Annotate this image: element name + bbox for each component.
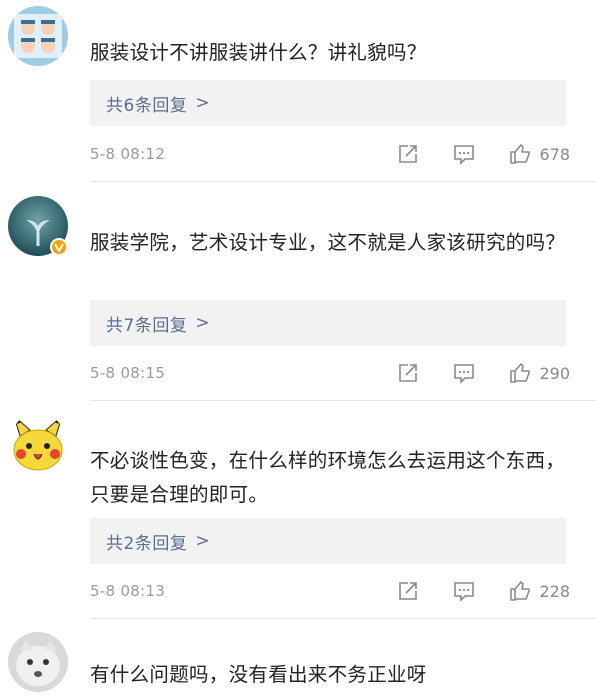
avatar[interactable]	[8, 414, 68, 474]
view-replies-link[interactable]: 共6条回复 >	[90, 80, 566, 126]
like-count: 678	[539, 144, 570, 164]
comment-icon	[454, 364, 475, 384]
cat-face-avatar-icon	[8, 632, 68, 692]
share-button[interactable]	[397, 143, 419, 165]
comment-text: 服装设计不讲服装讲什么？讲礼貌吗？	[90, 41, 427, 64]
like-icon	[510, 581, 531, 601]
like-icon	[510, 144, 531, 164]
share-icon	[399, 145, 418, 163]
like-icon	[510, 363, 531, 383]
comment-list: 服装设计不讲服装讲什么？讲礼貌吗？ 共6条回复 > 5-8 08:12 678	[0, 0, 596, 700]
comment-text: 有什么问题吗，没有看出来不务正业呀	[90, 663, 427, 686]
verified-badge-icon	[50, 238, 68, 256]
chevron-right-icon: >	[195, 531, 211, 551]
comment-icon	[454, 582, 475, 602]
cartoon-faces-avatar-icon	[8, 6, 68, 66]
comment-time: 5-8 08:12	[90, 145, 166, 163]
share-icon	[399, 364, 418, 382]
comment-actions: 678	[397, 141, 570, 167]
pikachu-avatar-icon	[8, 414, 68, 474]
like-button[interactable]: 290	[509, 362, 570, 384]
comment-time: 5-8 08:15	[90, 364, 166, 382]
comment-button[interactable]	[453, 580, 475, 602]
replies-count-label: 共7条回复	[106, 315, 188, 336]
comment-meta: 5-8 08:13 228	[90, 578, 570, 604]
avatar[interactable]	[8, 632, 68, 692]
share-button[interactable]	[397, 580, 419, 602]
comment-text: 不必谈性色变，在什么样的环境怎么去运用这个东西，只要是合理的即可。	[90, 449, 566, 506]
replies-count-label: 共6条回复	[106, 95, 188, 116]
like-count: 228	[539, 581, 570, 601]
comment-actions: 228	[397, 578, 570, 604]
comment-time: 5-8 08:13	[90, 582, 166, 600]
comment-button[interactable]	[453, 143, 475, 165]
like-button[interactable]: 678	[509, 143, 570, 165]
comment-meta: 5-8 08:12 678	[90, 141, 570, 167]
replies-count-label: 共2条回复	[106, 533, 188, 554]
divider	[90, 400, 596, 401]
chevron-right-icon: >	[195, 313, 211, 333]
share-icon	[399, 582, 418, 600]
comment-icon	[454, 145, 475, 165]
avatar[interactable]	[8, 6, 68, 66]
view-replies-link[interactable]: 共2条回复 >	[90, 518, 566, 564]
comment-meta: 5-8 08:15 290	[90, 360, 570, 386]
view-replies-link[interactable]: 共7条回复 >	[90, 300, 566, 346]
comment-text: 服装学院，艺术设计专业，这不就是人家该研究的吗？	[90, 231, 566, 254]
divider	[90, 181, 596, 182]
like-count: 290	[539, 363, 570, 383]
share-button[interactable]	[397, 362, 419, 384]
like-button[interactable]: 228	[509, 580, 570, 602]
chevron-right-icon: >	[195, 93, 211, 113]
divider	[90, 618, 596, 619]
comment-button[interactable]	[453, 362, 475, 384]
comment-actions: 290	[397, 360, 570, 386]
